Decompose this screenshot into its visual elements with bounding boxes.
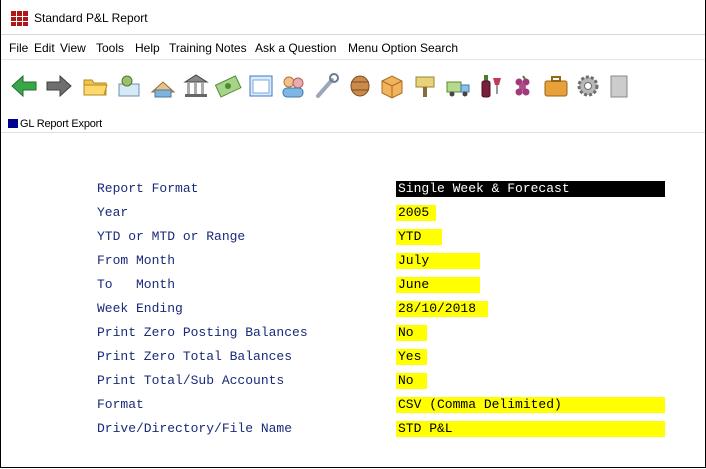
format-field[interactable]: CSV (Comma Delimited)	[396, 397, 665, 413]
toolbar	[1, 59, 705, 117]
report-format-field[interactable]: Single Week & Forecast	[396, 181, 665, 197]
people-icon[interactable]	[279, 72, 307, 100]
sign-icon[interactable]	[411, 72, 439, 100]
print-zero-total-label: Print Zero Total Balances	[97, 349, 293, 364]
print-total-sub-label: Print Total/Sub Accounts	[97, 373, 285, 388]
customer-icon[interactable]	[115, 72, 143, 100]
briefcase-icon[interactable]	[542, 72, 570, 100]
bank-icon[interactable]	[182, 72, 210, 100]
print-total-sub-field[interactable]: No	[396, 373, 427, 389]
print-zero-posting-field[interactable]: No	[396, 325, 427, 341]
file-name-field[interactable]: STD P&L	[396, 421, 665, 437]
grapes-icon[interactable]	[509, 72, 537, 100]
print-zero-total-field[interactable]: Yes	[396, 349, 427, 365]
gear-icon[interactable]	[574, 72, 602, 100]
menu-edit[interactable]: Edit	[34, 41, 55, 55]
file-name-label: Drive/Directory/File Name	[97, 421, 293, 436]
to-month-label: To Month	[97, 277, 176, 292]
title-bar: Standard P&L Report	[1, 0, 705, 35]
year-label: Year	[97, 205, 129, 220]
ytd-mtd-range-label: YTD or MTD or Range	[97, 229, 246, 244]
menu-help[interactable]: Help	[135, 41, 160, 55]
print-zero-posting-label: Print Zero Posting Balances	[97, 325, 308, 340]
subwindow-title: GL Report Export	[20, 118, 102, 130]
supplier-icon[interactable]	[149, 72, 177, 100]
year-field[interactable]: 2005	[396, 205, 436, 221]
week-ending-field[interactable]: 28/10/2018	[396, 301, 488, 317]
barrel-icon[interactable]	[346, 72, 374, 100]
calendar-icon[interactable]	[247, 72, 275, 100]
delivery-icon[interactable]	[444, 72, 472, 100]
menu-file[interactable]: File	[9, 41, 28, 55]
week-ending-label: Week Ending	[97, 301, 183, 316]
app-icon	[11, 11, 28, 26]
menu-training-notes[interactable]: Training Notes	[169, 41, 247, 55]
wine-icon[interactable]	[476, 72, 504, 100]
menu-view[interactable]: View	[60, 41, 86, 55]
report-format-label: Report Format	[97, 181, 199, 196]
box-icon[interactable]	[378, 72, 406, 100]
money-icon[interactable]	[214, 72, 242, 100]
menu-ask-a-question[interactable]: Ask a Question	[255, 41, 336, 55]
from-month-field[interactable]: July	[396, 253, 480, 269]
window-title: Standard P&L Report	[34, 11, 148, 25]
format-label: Format	[97, 397, 144, 412]
app-window: Standard P&L Report File Edit View Tools…	[0, 0, 706, 468]
subwindow-header: GL Report Export	[1, 116, 705, 133]
to-month-field[interactable]: June	[396, 277, 480, 293]
back-arrow-icon[interactable]	[10, 72, 38, 100]
folder-icon[interactable]	[81, 72, 109, 100]
subwindow-icon	[8, 119, 18, 128]
tool-icon[interactable]	[313, 72, 341, 100]
document-icon[interactable]	[605, 72, 633, 100]
menu-option-search[interactable]: Menu Option Search	[348, 41, 458, 55]
forward-arrow-icon[interactable]	[45, 72, 73, 100]
from-month-label: From Month	[97, 253, 176, 268]
ytd-mtd-range-field[interactable]: YTD	[396, 229, 442, 245]
menu-bar: File Edit View Tools Help Training Notes…	[1, 35, 705, 59]
menu-tools[interactable]: Tools	[96, 41, 124, 55]
